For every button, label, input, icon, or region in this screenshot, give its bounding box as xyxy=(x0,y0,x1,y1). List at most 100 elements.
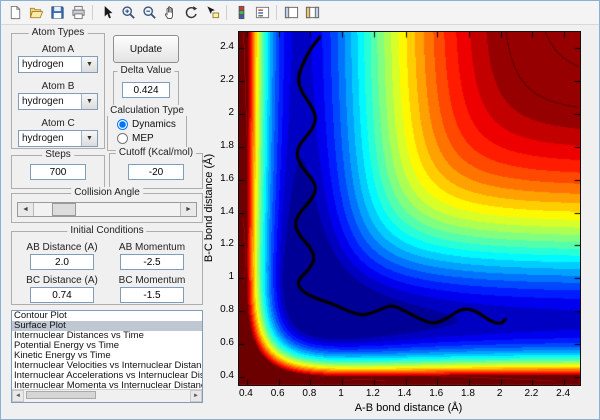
save-figure-button[interactable] xyxy=(47,3,67,23)
x-tick-label: 1.6 xyxy=(422,388,450,399)
steps-input[interactable] xyxy=(30,164,86,180)
open-file-button[interactable] xyxy=(26,3,46,23)
x-tick-label: 1 xyxy=(327,388,355,399)
initial-conditions-title: Initial Conditions xyxy=(67,225,146,236)
x-tick-label: 1.4 xyxy=(391,388,419,399)
ab-momentum-input[interactable] xyxy=(120,254,184,270)
bc-distance-input[interactable] xyxy=(30,287,94,303)
hide-plot-tools-button[interactable] xyxy=(281,3,301,23)
atom-a-select[interactable]: hydrogen ▼ xyxy=(18,56,98,73)
atom-a-value: hydrogen xyxy=(19,57,81,72)
print-figure-button[interactable] xyxy=(68,3,88,23)
bc-momentum-label: BC Momentum xyxy=(110,275,194,286)
chevron-down-icon[interactable]: ▼ xyxy=(81,131,97,146)
update-button[interactable]: Update xyxy=(113,35,179,63)
plot-list-item[interactable]: Internuclear Velocities vs Internuclear … xyxy=(12,361,202,371)
scrollbar-track[interactable] xyxy=(24,390,190,402)
y-tick-label: 2 xyxy=(214,107,234,118)
plot-list-item[interactable]: Internuclear Accelerations vs Internucle… xyxy=(12,371,202,381)
chevron-down-icon[interactable]: ▼ xyxy=(81,94,97,109)
mep-radio[interactable] xyxy=(117,133,128,144)
insert-legend-button[interactable] xyxy=(252,3,272,23)
show-plot-tools-button[interactable] xyxy=(302,3,322,23)
atom-types-panel: Atom Types Atom A hydrogen ▼ Atom B hydr… xyxy=(11,33,105,149)
mep-radio-option[interactable]: MEP xyxy=(117,133,186,144)
plot-list-item[interactable]: Surface Plot xyxy=(12,321,202,331)
atom-b-select[interactable]: hydrogen ▼ xyxy=(18,93,98,110)
data-cursor-button[interactable] xyxy=(202,3,222,23)
insert-colorbar-button[interactable] xyxy=(231,3,251,23)
pan-button[interactable] xyxy=(160,3,180,23)
show-plot-tools-icon xyxy=(305,5,320,20)
slider-track[interactable] xyxy=(34,203,180,216)
pointer-button[interactable] xyxy=(97,3,117,23)
scrollbar-thumb[interactable] xyxy=(26,391,96,399)
print-figure-icon xyxy=(71,5,86,20)
plot-type-listbox[interactable]: Contour PlotSurface PlotInternuclear Dis… xyxy=(11,310,203,403)
new-figure-icon xyxy=(8,5,23,20)
delta-value-panel: Delta Value xyxy=(113,71,179,107)
cutoff-title: Cutoff (Kcal/mol) xyxy=(116,147,196,158)
dynamics-radio[interactable] xyxy=(117,119,128,130)
toolbar-separator xyxy=(92,5,93,20)
y-tick-label: 1.4 xyxy=(214,206,234,217)
initial-conditions-panel: Initial Conditions AB Distance (A) AB Mo… xyxy=(11,231,203,305)
collision-angle-panel: Collision Angle ◄ ► xyxy=(11,193,203,223)
collision-angle-title: Collision Angle xyxy=(71,187,143,198)
x-tick-label: 2 xyxy=(486,388,514,399)
x-tick-label: 2.2 xyxy=(517,388,545,399)
zoom-out-button[interactable] xyxy=(139,3,159,23)
slider-thumb[interactable] xyxy=(52,203,76,216)
y-tick-label: 2.4 xyxy=(214,41,234,52)
collision-angle-slider[interactable]: ◄ ► xyxy=(17,202,197,217)
slider-left-arrow-icon[interactable]: ◄ xyxy=(18,203,34,216)
steps-panel: Steps xyxy=(11,155,105,189)
scroll-right-arrow-icon[interactable]: ► xyxy=(190,390,202,402)
toolbar xyxy=(1,1,599,25)
contour-plot-canvas[interactable] xyxy=(239,32,580,385)
y-tick-label: 0.8 xyxy=(214,304,234,315)
delta-value-title: Delta Value xyxy=(118,65,175,76)
delta-value-input[interactable] xyxy=(122,82,170,98)
slider-right-arrow-icon[interactable]: ► xyxy=(180,203,196,216)
chevron-down-icon[interactable]: ▼ xyxy=(81,57,97,72)
new-figure-button[interactable] xyxy=(5,3,25,23)
insert-legend-icon xyxy=(255,5,270,20)
scroll-left-arrow-icon[interactable]: ◄ xyxy=(12,390,24,402)
calculation-type-title: Calculation Type xyxy=(107,105,187,116)
y-tick-label: 0.4 xyxy=(214,370,234,381)
y-tick-label: 1.6 xyxy=(214,173,234,184)
zoom-in-button[interactable] xyxy=(118,3,138,23)
plot-list-item[interactable]: Internuclear Distances vs Time xyxy=(12,331,202,341)
y-tick-label: 1.8 xyxy=(214,140,234,151)
cutoff-panel: Cutoff (Kcal/mol) xyxy=(109,153,203,189)
calculation-type-panel: Calculation Type Dynamics MEP xyxy=(107,111,187,151)
ab-distance-input[interactable] xyxy=(30,254,94,270)
hide-plot-tools-icon xyxy=(284,5,299,20)
atom-a-label: Atom A xyxy=(12,44,104,55)
cutoff-input[interactable] xyxy=(128,164,184,180)
y-tick-label: 0.6 xyxy=(214,337,234,348)
bc-momentum-input[interactable] xyxy=(120,287,184,303)
toolbar-separator xyxy=(226,5,227,20)
atom-types-title: Atom Types xyxy=(29,27,88,38)
save-figure-icon xyxy=(50,5,65,20)
y-tick-label: 1.2 xyxy=(214,238,234,249)
atom-c-select[interactable]: hydrogen ▼ xyxy=(18,130,98,147)
x-tick-label: 0.8 xyxy=(295,388,323,399)
mep-radio-label: MEP xyxy=(132,133,154,144)
atom-c-label: Atom C xyxy=(12,118,104,129)
listbox-horizontal-scrollbar[interactable]: ◄ ► xyxy=(12,389,202,402)
dynamics-radio-option[interactable]: Dynamics xyxy=(117,119,186,130)
plot-list-item[interactable]: Contour Plot xyxy=(12,311,202,321)
x-tick-label: 0.4 xyxy=(232,388,260,399)
rotate-3d-button[interactable] xyxy=(181,3,201,23)
open-file-icon xyxy=(29,5,44,20)
atom-b-label: Atom B xyxy=(12,81,104,92)
app-window: Atom Types Atom A hydrogen ▼ Atom B hydr… xyxy=(0,0,600,420)
x-tick-label: 1.8 xyxy=(454,388,482,399)
plot-list-item[interactable]: Potential Energy vs Time xyxy=(12,341,202,351)
zoom-in-icon xyxy=(121,5,136,20)
bc-distance-label: BC Distance (A) xyxy=(20,275,104,286)
plot-list-item[interactable]: Kinetic Energy vs Time xyxy=(12,351,202,361)
